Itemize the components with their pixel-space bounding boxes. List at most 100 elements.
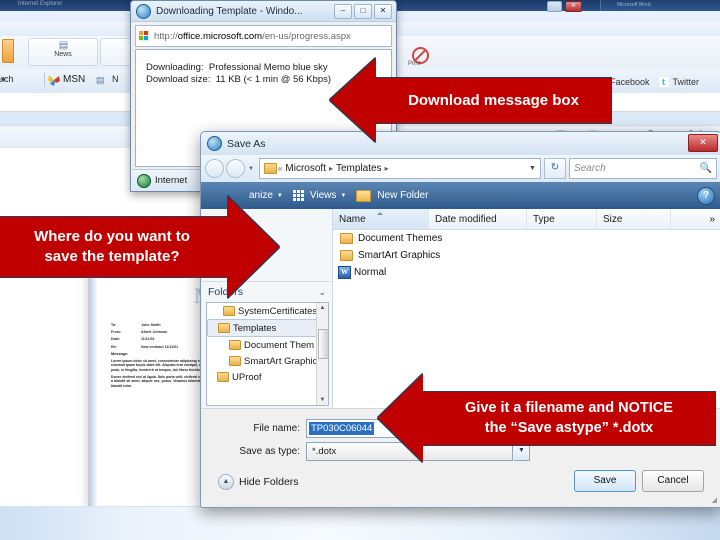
chevron-down-icon[interactable]: ▼ <box>248 166 254 172</box>
tree-node[interactable]: UProof <box>207 369 328 385</box>
restore-icon[interactable] <box>547 1 562 12</box>
callout-where-to-save: Where do you want to save the template? <box>0 196 279 298</box>
back-arrow-icon[interactable] <box>205 159 224 178</box>
breadcrumb-segment-microsoft[interactable]: Microsoft <box>285 163 326 174</box>
hide-folders-button[interactable]: ▲ Hide Folders <box>218 474 299 490</box>
chevron-down-icon[interactable]: ⌄ <box>318 287 326 298</box>
folder-icon <box>218 323 230 333</box>
column-header-size[interactable]: Size <box>597 209 671 229</box>
hide-folders-label: Hide Folders <box>239 476 299 488</box>
breadcrumb-overflow[interactable]: « <box>278 164 282 173</box>
arrow-left-icon <box>330 58 376 142</box>
save-button[interactable]: Save <box>574 470 636 492</box>
tree-node-label: UProof <box>232 371 262 383</box>
scrollbar-thumb[interactable] <box>318 329 328 359</box>
breadcrumb-segment-templates[interactable]: Templates <box>336 163 382 174</box>
chevron-down-icon[interactable]: ▼ <box>529 165 536 172</box>
tree-node[interactable]: SystemCertificates <box>207 303 328 319</box>
folder-icon <box>229 340 241 350</box>
folder-icon <box>217 372 229 382</box>
search-icon[interactable]: 🔍 <box>700 163 712 174</box>
facebook-label[interactable]: Facebook <box>610 77 650 87</box>
file-list-row[interactable]: SmartArt Graphics <box>333 247 720 264</box>
window-buttons: – □ ✕ <box>334 4 392 19</box>
folder-icon <box>356 189 372 202</box>
background-window-titlebar-2: Microsoft Word <box>600 0 720 11</box>
caret-down-icon[interactable]: ▼ <box>317 395 328 405</box>
news-button-label: News <box>54 51 72 58</box>
tree-node-label: SmartArt Graphic <box>244 355 318 367</box>
download-window-titlebar[interactable]: Downloading Template - Windo... – □ ✕ <box>131 1 396 22</box>
tree-node-label: SystemCertificates <box>238 305 318 317</box>
twitter-icon[interactable]: t <box>658 77 669 87</box>
tree-scrollbar[interactable]: ▲ ▼ <box>316 303 328 405</box>
memo-label: Re: <box>111 344 117 349</box>
twitter-label[interactable]: Twitter <box>673 77 700 87</box>
url-path: /en-us/progress.aspx <box>262 30 351 42</box>
n-label[interactable]: N <box>112 74 119 84</box>
address-bar[interactable]: http://office.microsoft.com/en-us/progre… <box>135 25 392 47</box>
grid-icon: ▤ <box>96 75 104 85</box>
maximize-button[interactable]: □ <box>354 4 372 19</box>
column-header-overflow[interactable]: » <box>671 209 720 229</box>
callout-line-2: save the template? <box>44 248 180 265</box>
column-header-name[interactable]: Name <box>333 209 429 229</box>
save-as-type-label: Save as type: <box>239 446 300 457</box>
tree-node[interactable]: SmartArt Graphic <box>207 353 328 369</box>
help-icon[interactable]: ? <box>697 187 715 205</box>
tree-node[interactable]: Document Them <box>207 337 328 353</box>
page-edge <box>89 273 98 509</box>
cancel-button[interactable]: Cancel <box>642 470 704 492</box>
minimize-button[interactable]: – <box>334 4 352 19</box>
callout-text-block: Where do you want to save the template? <box>0 216 228 278</box>
views-button[interactable]: Views <box>310 190 337 201</box>
word-document-icon: W <box>338 266 351 279</box>
callout-line-1: Where do you want to <box>34 228 190 245</box>
msn-label[interactable]: MSN <box>63 74 85 85</box>
toolbar-divider <box>44 73 45 87</box>
folder-icon <box>229 356 241 366</box>
grid-icon: ▤ <box>58 40 68 51</box>
memo-label: From: <box>111 330 122 335</box>
memo-value: John Smith <box>141 323 161 327</box>
refresh-icon[interactable]: ↻ <box>543 158 566 179</box>
column-header-type[interactable]: Type <box>527 209 597 229</box>
folder-icon <box>223 306 235 316</box>
new-folder-button[interactable]: New Folder <box>377 190 428 201</box>
news-button[interactable]: ▤ News <box>28 38 98 66</box>
breadcrumb[interactable]: « Microsoft ▸ Templates ▸ ▼ <box>258 158 541 179</box>
tree-node-selected[interactable]: Templates <box>207 319 328 337</box>
resize-grip-icon[interactable]: ◢ <box>712 496 717 504</box>
folder-tree[interactable]: SystemCertificates Templates Document Th… <box>206 302 329 406</box>
breadcrumb-separator: ▸ <box>328 164 333 173</box>
memo-value: New contract 11/11/01 <box>141 344 179 349</box>
file-list-row[interactable]: Document Themes <box>333 230 720 247</box>
chevron-down-icon[interactable]: ▼ <box>340 193 346 199</box>
close-button[interactable]: ✕ <box>374 4 392 19</box>
internet-zone-label: Internet <box>155 175 188 186</box>
close-button[interactable]: ✕ <box>688 134 718 152</box>
file-name: Document Themes <box>358 233 443 244</box>
search-input[interactable]: Search 🔍 <box>568 158 717 179</box>
file-list-row[interactable]: W Normal <box>333 264 720 281</box>
file-name: SmartArt Graphics <box>358 250 441 261</box>
file-name-value: TP030C06044 <box>309 422 375 435</box>
url-host: office.microsoft.com <box>177 30 263 42</box>
column-header-date-modified[interactable]: Date modified <box>429 209 527 229</box>
memo-label: Date: <box>111 337 120 342</box>
folder-icon <box>340 233 353 244</box>
callout-text: Download message box <box>375 76 612 124</box>
save-as-title: Save As <box>227 137 266 150</box>
search-placeholder: Search <box>573 163 606 174</box>
views-grid-icon[interactable] <box>292 190 304 201</box>
close-icon[interactable]: ✕ <box>565 1 582 12</box>
arrow-right-icon <box>227 196 279 298</box>
caret-up-icon[interactable]: ▲ <box>317 303 328 313</box>
save-as-navigation-bar: ▼ « Microsoft ▸ Templates ▸ ▼ ↻ Search 🔍 <box>201 155 720 183</box>
breadcrumb-separator: ▸ <box>384 164 389 173</box>
memo-value: 11/11/01 <box>141 337 155 342</box>
forward-arrow-icon[interactable] <box>226 159 245 178</box>
office-online-icon <box>139 30 150 42</box>
downloading-label: Downloading: <box>146 62 204 73</box>
orange-tab-icon[interactable] <box>2 39 14 63</box>
